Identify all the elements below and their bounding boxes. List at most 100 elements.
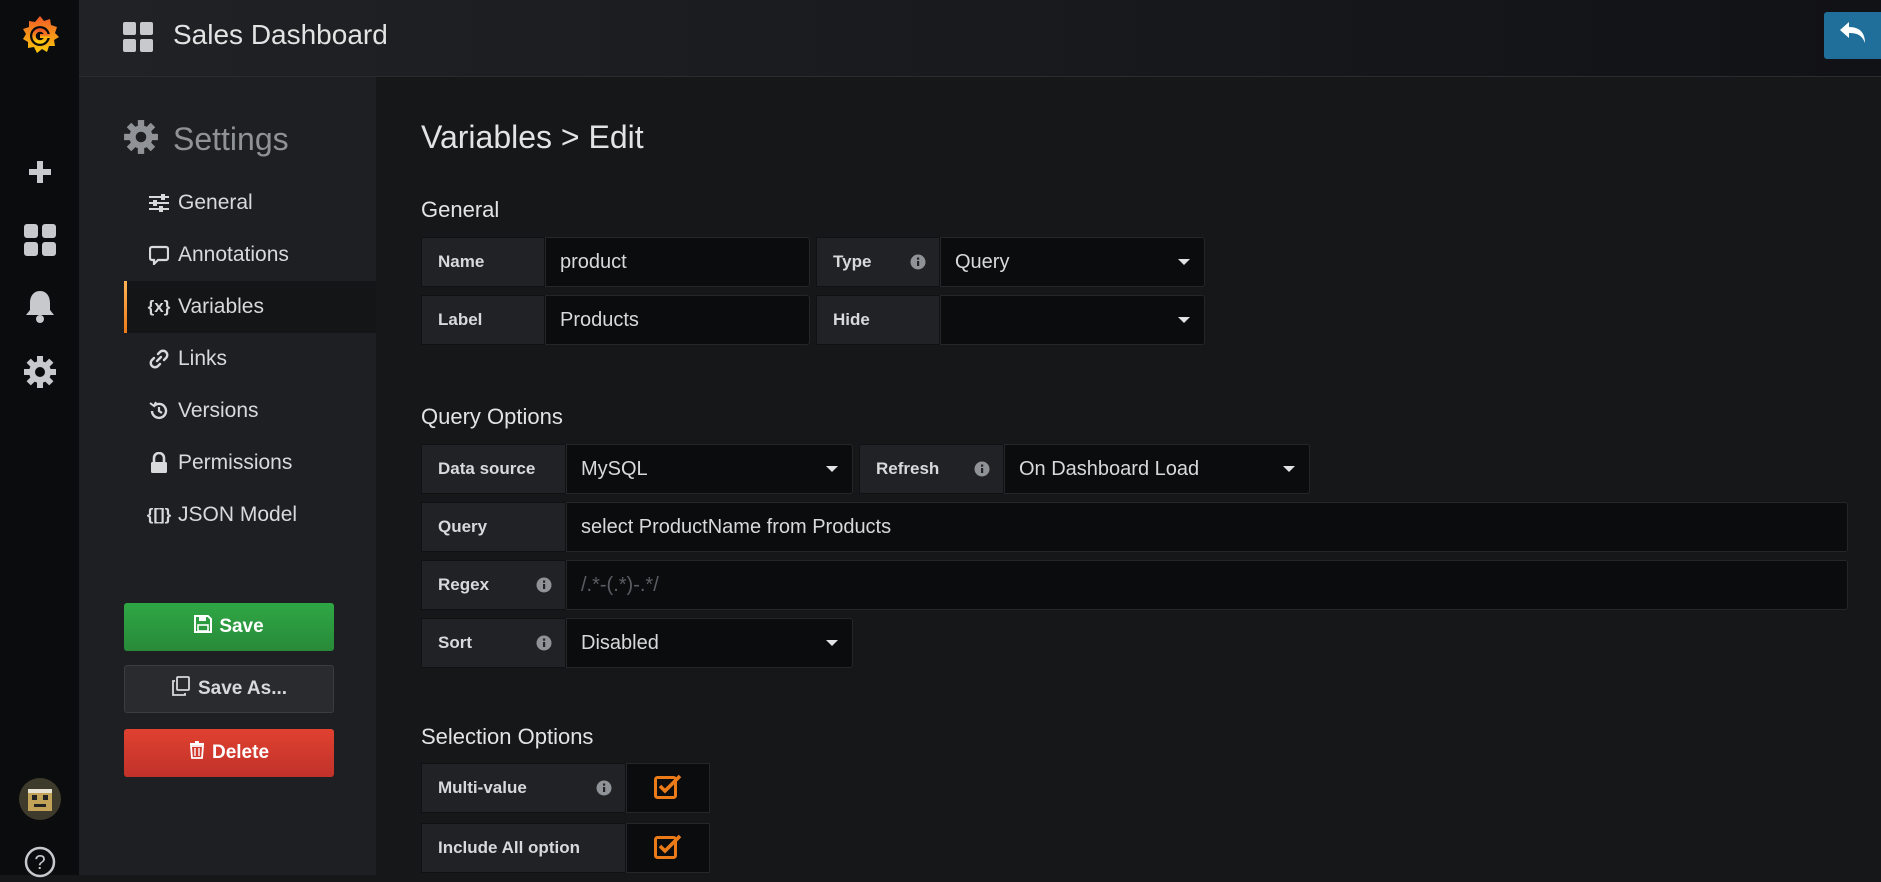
- label-input[interactable]: Products: [545, 295, 810, 345]
- refresh-row: Refresh On Dashboard Load: [859, 444, 1310, 494]
- name-input[interactable]: product: [545, 237, 810, 287]
- settings-item-links[interactable]: Links: [124, 333, 376, 385]
- variable-icon: {x}: [147, 297, 171, 316]
- dashboard-title[interactable]: Sales Dashboard: [173, 19, 388, 51]
- refresh-label: Refresh: [859, 444, 1004, 494]
- lock-icon: [146, 452, 172, 474]
- sort-select[interactable]: Disabled: [566, 618, 853, 668]
- settings-item-annotations[interactable]: Annotations: [124, 229, 376, 281]
- back-arrow-icon: [1838, 20, 1868, 51]
- checkbox-checked-icon: [654, 833, 682, 864]
- plus-icon[interactable]: [0, 150, 79, 194]
- checkbox-checked-icon: [654, 773, 682, 804]
- info-icon[interactable]: [535, 576, 553, 599]
- info-icon[interactable]: [909, 253, 927, 276]
- section-title-selection-options: Selection Options: [421, 724, 594, 749]
- sliders-icon: [146, 194, 172, 212]
- delete-button-label: Delete: [211, 742, 270, 763]
- type-select-value: Query: [955, 250, 1010, 273]
- settings-item-label: Links: [178, 347, 228, 370]
- floppy-disk-icon: [194, 615, 213, 639]
- link-icon: [146, 348, 172, 370]
- include-all-checkbox[interactable]: [626, 823, 710, 873]
- query-row: Query select ProductName from Products: [421, 502, 1848, 552]
- section-title-query-options: Query Options: [421, 404, 563, 429]
- type-select[interactable]: Query: [940, 237, 1205, 287]
- info-icon[interactable]: [535, 634, 553, 657]
- save-as-button-label: Save As...: [197, 678, 288, 699]
- info-icon[interactable]: [973, 460, 991, 483]
- regex-input[interactable]: /.*-(.*)-.*/: [566, 560, 1848, 610]
- top-bar: Sales Dashboard: [79, 0, 1881, 77]
- settings-item-label: Annotations: [178, 243, 289, 266]
- gear-icon: [123, 119, 159, 160]
- caret-down-icon: [826, 640, 838, 646]
- save-as-button[interactable]: Save As...: [124, 665, 334, 713]
- sort-label: Sort: [421, 618, 566, 668]
- hide-row: Hide: [816, 295, 1205, 345]
- settings-menu: Settings General Annotations {x} Variabl…: [79, 77, 376, 875]
- query-input[interactable]: select ProductName from Products: [566, 502, 1848, 552]
- settings-item-versions[interactable]: Versions: [124, 385, 376, 437]
- hide-select[interactable]: [940, 295, 1205, 345]
- section-title-general: General: [421, 197, 500, 222]
- multi-value-row: Multi-value: [421, 763, 710, 813]
- settings-item-label: General: [178, 191, 253, 214]
- info-icon[interactable]: [595, 779, 613, 802]
- include-all-label: Include All option: [421, 823, 626, 873]
- bell-icon[interactable]: [0, 284, 79, 328]
- grafana-logo-icon[interactable]: [0, 8, 79, 62]
- caret-down-icon: [1178, 259, 1190, 265]
- help-icon[interactable]: ?: [0, 842, 79, 882]
- multi-value-label: Multi-value: [421, 763, 626, 813]
- caret-down-icon: [826, 466, 838, 472]
- multi-value-checkbox[interactable]: [626, 763, 710, 813]
- save-button[interactable]: Save: [124, 603, 334, 651]
- settings-heading: Settings: [123, 119, 289, 160]
- caret-down-icon: [1178, 317, 1190, 323]
- type-label: Type: [816, 237, 940, 287]
- include-all-row: Include All option: [421, 823, 710, 873]
- datasource-label: Data source: [421, 444, 566, 494]
- label-label: Label: [421, 295, 545, 345]
- dashboards-grid-icon[interactable]: [0, 218, 79, 262]
- query-label: Query: [421, 502, 566, 552]
- settings-item-variables[interactable]: {x} Variables: [124, 281, 376, 333]
- datasource-select[interactable]: MySQL: [566, 444, 853, 494]
- comment-icon: [146, 245, 172, 265]
- sort-select-value: Disabled: [581, 631, 659, 654]
- caret-down-icon: [1283, 466, 1295, 472]
- type-row: Type Query: [816, 237, 1205, 287]
- avatar-icon[interactable]: [0, 776, 79, 822]
- hide-label: Hide: [816, 295, 940, 345]
- delete-button[interactable]: Delete: [124, 729, 334, 777]
- sort-row: Sort Disabled: [421, 618, 853, 668]
- settings-title: Settings: [173, 121, 289, 157]
- refresh-label-text: Refresh: [876, 459, 940, 478]
- save-button-label: Save: [219, 616, 264, 637]
- regex-row: Regex /.*-(.*)-.*/: [421, 560, 1848, 610]
- settings-item-label: Versions: [178, 399, 259, 422]
- regex-label: Regex: [421, 560, 566, 610]
- datasource-row: Data source MySQL: [421, 444, 853, 494]
- multi-value-label-text: Multi-value: [438, 778, 527, 797]
- history-icon: [146, 400, 172, 422]
- label-row: Label Products: [421, 295, 810, 345]
- sort-label-text: Sort: [438, 633, 472, 652]
- json-icon: {[]}: [146, 505, 172, 524]
- settings-item-label: JSON Model: [178, 503, 298, 526]
- trash-icon: [189, 741, 205, 765]
- dashboards-grid-icon[interactable]: [122, 21, 154, 58]
- copy-icon: [171, 676, 191, 702]
- settings-item-permissions[interactable]: Permissions: [124, 437, 376, 489]
- datasource-select-value: MySQL: [581, 457, 648, 480]
- name-label: Name: [421, 237, 545, 287]
- refresh-select[interactable]: On Dashboard Load: [1004, 444, 1310, 494]
- gear-icon[interactable]: [0, 350, 79, 394]
- settings-item-json-model[interactable]: {[]} JSON Model: [124, 489, 376, 541]
- type-label-text: Type: [833, 252, 872, 271]
- settings-item-general[interactable]: General: [124, 177, 376, 229]
- name-row: Name product: [421, 237, 810, 287]
- page-title: Variables > Edit: [421, 119, 644, 155]
- back-button[interactable]: [1824, 12, 1881, 59]
